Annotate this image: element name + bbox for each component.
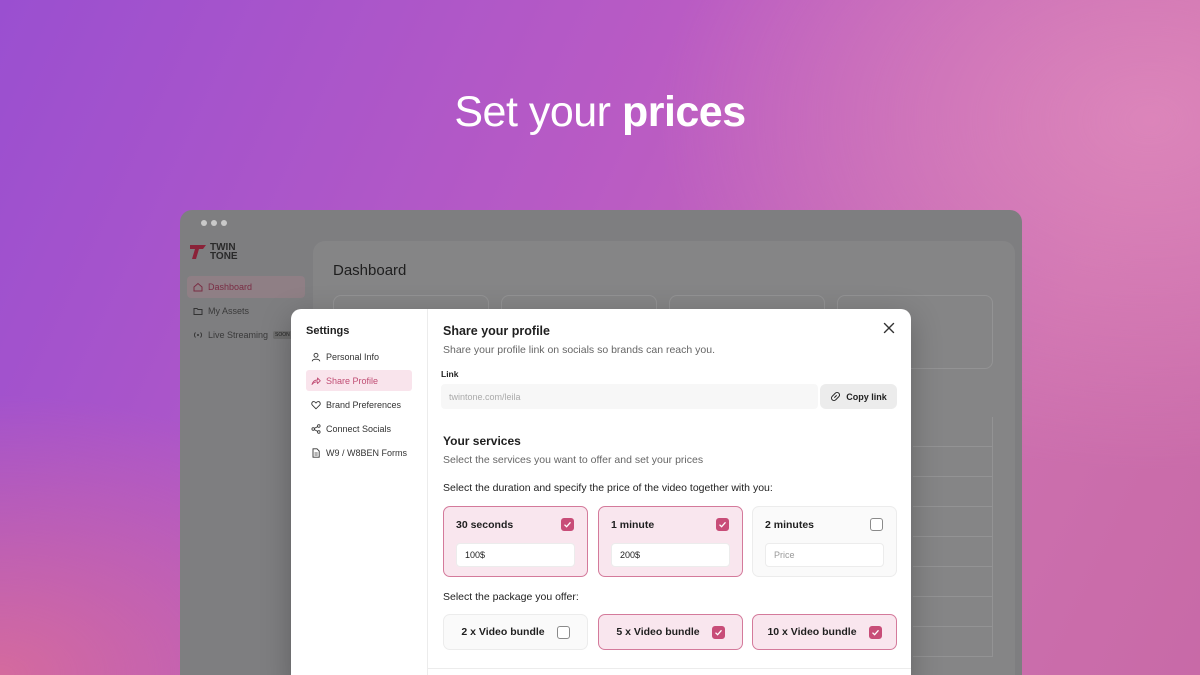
sidebar-item-my-assets[interactable]: My Assets (187, 300, 305, 322)
user-icon (311, 352, 321, 361)
package-card-2x[interactable]: 2 x Video bundle (443, 614, 588, 650)
menu-item-share-profile[interactable]: Share Profile (306, 370, 412, 391)
duration-card-1m[interactable]: 1 minute 200$ (598, 506, 743, 577)
logo-mark-icon (190, 245, 206, 259)
menu-item-label: Brand Preferences (326, 399, 402, 410)
settings-menu: Personal Info Share Profile Brand Prefer… (306, 346, 412, 466)
sidebar-item-live-streaming[interactable]: Live Streaming SOON (187, 324, 305, 346)
sidebar-nav: Dashboard My Assets Live Streaming SOON (187, 276, 305, 348)
window-controls (201, 220, 227, 226)
package-checkbox[interactable] (868, 625, 882, 639)
hero-title-regular: Set your (454, 88, 611, 136)
package-checkbox[interactable] (711, 625, 725, 639)
menu-item-label: W9 / W8BEN Forms (326, 447, 408, 458)
table-row (913, 537, 993, 567)
menu-item-brand-preferences[interactable]: Brand Preferences (306, 394, 412, 415)
share-profile-title: Share your profile (443, 324, 550, 338)
menu-item-label: Personal Info (326, 351, 380, 362)
check-icon (719, 521, 726, 528)
hero-title-bold: prices (621, 88, 746, 136)
table-row (913, 567, 993, 597)
sidebar-item-dashboard[interactable]: Dashboard (187, 276, 305, 298)
table-row (913, 597, 993, 627)
duration-checkbox[interactable] (561, 518, 574, 531)
divider (428, 668, 911, 669)
duration-checkbox[interactable] (716, 518, 729, 531)
heart-icon (311, 400, 321, 409)
price-input[interactable]: 100$ (456, 543, 575, 567)
sidebar-item-label: My Assets (208, 306, 250, 316)
settings-content: Share your profile Share your profile li… (428, 309, 911, 675)
settings-modal: Settings Personal Info Share Profile Bra… (291, 309, 911, 675)
table-row (913, 447, 993, 477)
close-icon[interactable] (882, 321, 896, 335)
sidebar-item-label: Dashboard (208, 282, 253, 292)
logo-text-2: TONE (210, 251, 238, 262)
menu-item-connect-socials[interactable]: Connect Socials (306, 418, 412, 439)
brand-logo: TWIN TONE (190, 243, 240, 262)
hero-title: Set your prices (0, 88, 1200, 137)
home-icon (193, 282, 203, 292)
duration-checkbox[interactable] (870, 518, 883, 531)
duration-instruction: Select the duration and specify the pric… (443, 482, 773, 494)
services-subtitle: Select the services you want to offer an… (443, 454, 704, 466)
share-icon (311, 377, 321, 385)
broadcast-icon (194, 332, 202, 338)
package-card-5x[interactable]: 5 x Video bundle (598, 614, 743, 650)
package-label: 5 x Video bundle (616, 626, 700, 638)
package-label: 2 x Video bundle (461, 626, 545, 638)
connect-icon (311, 423, 321, 434)
services-title: Your services (443, 434, 521, 448)
package-checkbox[interactable] (556, 625, 570, 639)
settings-sidebar: Settings Personal Info Share Profile Bra… (291, 309, 428, 675)
profile-link-field[interactable]: twintone.com/leila (441, 384, 818, 409)
table-row (913, 507, 993, 537)
duration-card-2m[interactable]: 2 minutes Price (752, 506, 897, 577)
price-input[interactable]: Price (765, 543, 884, 567)
sidebar-item-label: Live Streaming (208, 330, 269, 340)
document-icon (312, 447, 320, 458)
check-icon (714, 629, 722, 636)
link-icon (831, 392, 841, 401)
menu-item-personal-info[interactable]: Personal Info (306, 346, 412, 367)
check-icon (871, 629, 879, 636)
copy-link-button[interactable]: Copy link (820, 384, 897, 409)
table-row (913, 477, 993, 507)
duration-card-30s[interactable]: 30 seconds 100$ (443, 506, 588, 577)
price-input[interactable]: 200$ (611, 543, 730, 567)
share-profile-subtitle: Share your profile link on socials so br… (443, 344, 715, 356)
page-title: Dashboard (333, 262, 407, 279)
link-label: Link (441, 369, 459, 379)
duration-label: 1 minute (611, 519, 655, 531)
duration-label: 2 minutes (765, 519, 815, 531)
menu-item-label: Share Profile (326, 375, 379, 386)
duration-label: 30 seconds (456, 519, 514, 531)
check-icon (564, 521, 571, 528)
folder-icon (193, 308, 203, 315)
package-label: 10 x Video bundle (767, 626, 857, 638)
settings-title: Settings (306, 325, 350, 337)
copy-link-label: Copy link (846, 391, 887, 402)
package-card-10x[interactable]: 10 x Video bundle (752, 614, 897, 650)
table-row (913, 417, 993, 447)
table-row (913, 627, 993, 657)
soon-badge: SOON (273, 331, 292, 339)
menu-item-tax-forms[interactable]: W9 / W8BEN Forms (306, 442, 412, 463)
package-instruction: Select the package you offer: (443, 591, 579, 603)
menu-item-label: Connect Socials (326, 423, 392, 434)
